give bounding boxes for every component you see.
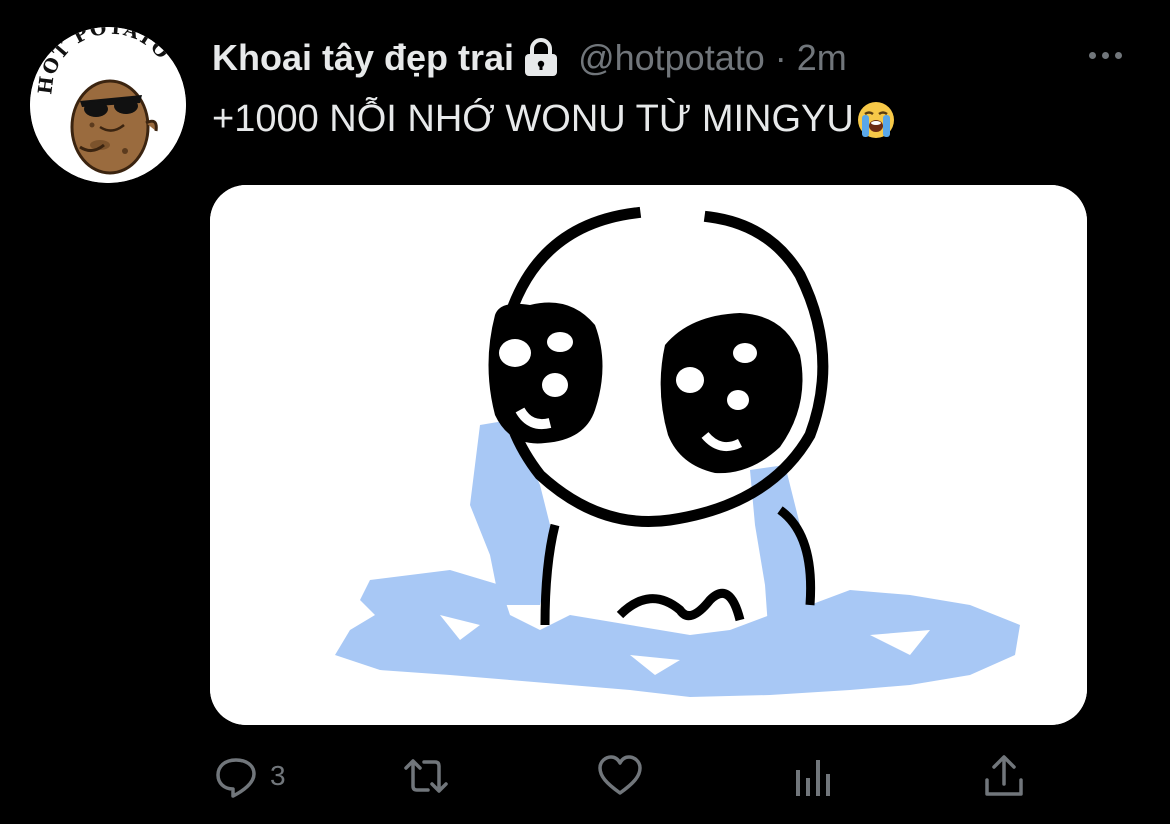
tweet-text: +1000 NỖI NHỚ WONU TỪ MINGYU xyxy=(212,98,854,140)
tweet[interactable]: HOT POTATO Khoai tây đẹp trai @hotpotato… xyxy=(0,0,1170,824)
timestamp[interactable]: 2m xyxy=(797,37,847,79)
tweet-header: Khoai tây đẹp trai @hotpotato · 2m xyxy=(212,34,847,82)
analytics-icon xyxy=(796,760,830,796)
heart-icon xyxy=(598,755,642,795)
analytics-button[interactable] xyxy=(790,748,838,804)
tweet-text-container: +1000 NỖI NHỚ WONU TỪ MINGYU xyxy=(212,98,896,141)
crying-doodle-illustration xyxy=(210,185,1087,725)
reply-count: 3 xyxy=(270,760,286,791)
tweet-media-image[interactable] xyxy=(210,185,1087,725)
handle[interactable]: @hotpotato xyxy=(578,37,765,79)
lock-icon xyxy=(522,38,560,78)
avatar[interactable]: HOT POTATO xyxy=(30,27,186,183)
separator-dot: · xyxy=(774,37,787,78)
reply-icon xyxy=(216,758,256,798)
share-icon xyxy=(985,755,1023,796)
reply-button[interactable]: 3 xyxy=(212,748,286,804)
retweet-icon xyxy=(404,759,448,793)
retweet-button[interactable] xyxy=(402,748,450,804)
loudly-crying-face-emoji-icon xyxy=(856,100,896,140)
display-name[interactable]: Khoai tây đẹp trai xyxy=(212,37,514,79)
hot-potato-avatar-image: HOT POTATO xyxy=(30,27,186,183)
like-button[interactable] xyxy=(596,748,644,804)
share-button[interactable] xyxy=(980,748,1028,804)
more-horizontal-icon[interactable] xyxy=(1080,40,1130,70)
tweet-actions-bar: 3 xyxy=(0,748,1170,804)
